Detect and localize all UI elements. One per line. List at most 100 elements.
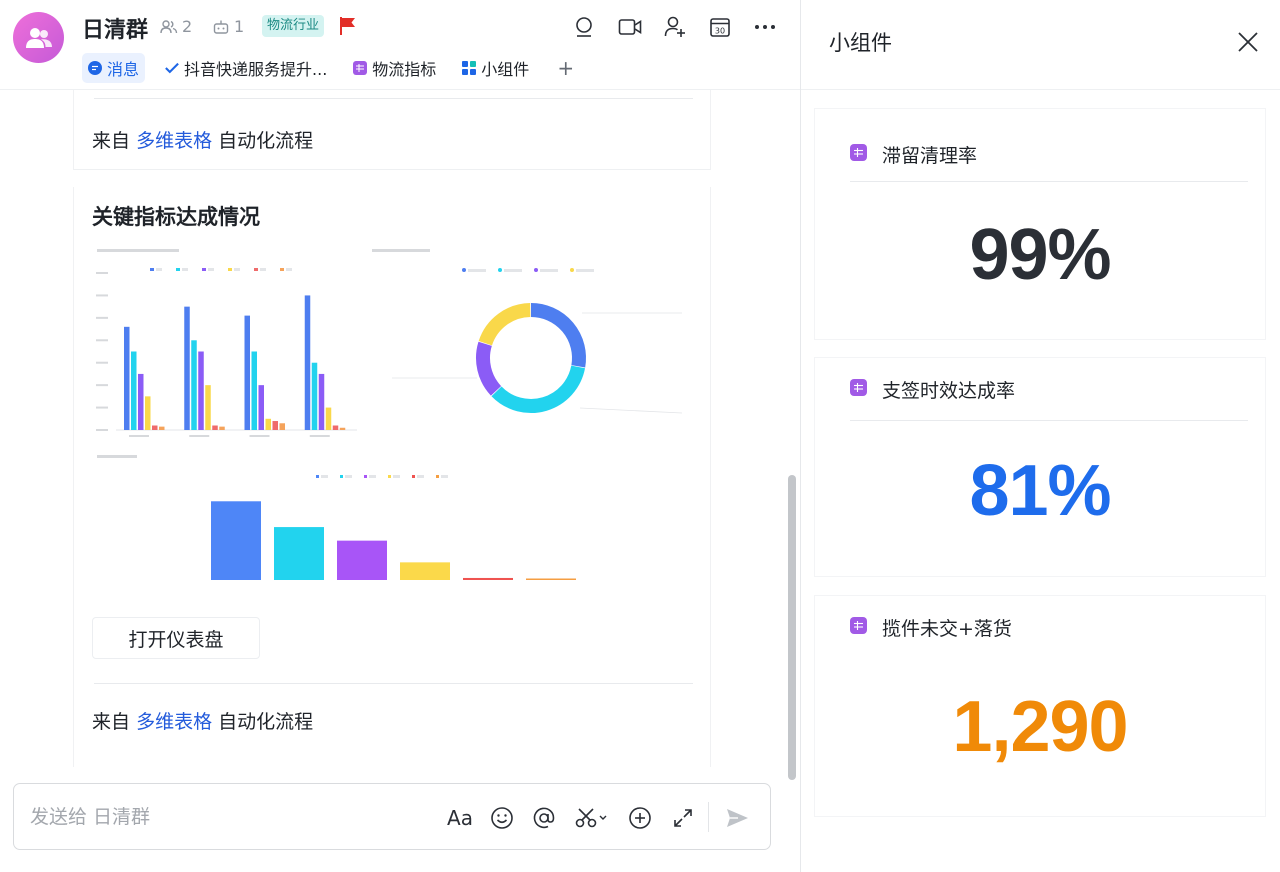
legend-swatch [436,475,439,478]
source-link[interactable]: 多维表格 [136,130,212,152]
member-count[interactable]: 2 [160,17,192,36]
y-tick-label [96,361,108,364]
tab-label: 物流指标 [372,60,437,79]
legend-swatch [150,268,154,271]
bar-chart [211,501,576,580]
y-tick-label [96,384,108,387]
legend-label [345,475,352,478]
bar [274,527,324,580]
legend-label [286,268,292,271]
bar [212,425,218,430]
message-list: 来自 多维表格 自动化流程 关键指标达成情况 打开仪表盘 来自 多维表格 自动化… [0,90,800,780]
chart-title-placeholder [372,249,430,252]
mention-icon[interactable] [530,804,558,832]
chart-title-placeholder [97,249,179,252]
legend-label [208,268,214,271]
scissors-icon[interactable] [574,804,610,832]
add-tab-button[interactable]: + [557,56,574,80]
app-window: 日清群 2 1 物流行业 30 消息 抖音快递服务提升... 物流指标 小组件 … [0,0,1280,872]
chart-title-placeholder [97,455,137,458]
open-dashboard-button[interactable]: 打开仪表盘 [92,617,260,659]
widget-label: 滞留清理率 [882,145,978,167]
legend-swatch [280,268,284,271]
y-axis [96,272,108,431]
widget-card[interactable]: 揽件未交+落货 1,290 [814,595,1266,817]
legend-swatch [364,475,367,478]
message-input[interactable] [30,804,410,830]
flag-icon[interactable] [339,16,357,40]
y-tick-label [96,294,108,297]
sheet-icon [850,379,867,396]
chat-bubble-icon [88,61,102,75]
tab-widgets[interactable]: 小组件 [456,53,535,83]
add-icon[interactable] [626,804,654,832]
sheet-icon [353,61,368,75]
industry-tag[interactable]: 物流行业 [262,15,325,37]
bar [159,426,165,430]
donut-slice [491,365,586,413]
bar [258,385,264,430]
tab-doc[interactable]: 抖音快递服务提升... [159,53,333,83]
bot-count[interactable]: 1 [212,17,244,36]
grouped-bar-chart [124,295,346,437]
legend-label [260,268,266,271]
bar [265,418,271,430]
widget-card[interactable]: 滞留清理率 99% [814,108,1266,340]
dashboard-preview[interactable] [92,245,692,585]
divider [850,181,1248,182]
check-doc-icon [165,61,179,75]
scrollbar[interactable] [788,475,796,780]
widget-value: 81% [969,451,1111,531]
group-name[interactable]: 日清群 [82,12,148,44]
close-icon[interactable] [1234,28,1262,56]
legend-label [369,475,376,478]
source-prefix: 来自 [92,130,131,152]
legend-swatch [316,475,319,478]
card-title: 关键指标达成情况 [92,205,260,229]
expand-icon[interactable] [669,804,697,832]
legend-label [156,268,162,271]
bar [131,351,137,430]
group-avatar[interactable] [13,12,64,63]
bar [211,501,261,580]
widgets-panel: 小组件 滞留清理率 99% 支签时效达成率 81% 揽件未交+落货 1,290 [800,0,1280,872]
legend-label [576,269,594,272]
bar [304,295,311,430]
calendar-icon[interactable]: 30 [707,14,733,40]
widget-card[interactable]: 支签时效达成率 81% [814,357,1266,577]
legend-swatch [412,475,415,478]
bar [332,425,339,430]
x-tick-label [309,435,330,437]
tab-messages[interactable]: 消息 [82,53,146,83]
bar [138,373,144,430]
search-icon[interactable] [572,14,598,40]
emoji-icon[interactable] [488,804,516,832]
bar [325,407,332,430]
send-icon[interactable] [723,804,751,832]
donut-slice [530,303,586,368]
source-link[interactable]: 多维表格 [136,711,212,733]
bar [463,577,513,580]
x-tick-label [129,435,149,437]
source-suffix: 自动化流程 [218,130,314,152]
bar [337,540,387,580]
bar [400,562,450,580]
legend-label [234,268,240,271]
video-call-icon[interactable] [617,14,643,40]
calendar-day: 30 [715,27,725,36]
widget-value: 1,290 [952,687,1128,767]
tab-sheet[interactable]: 物流指标 [347,53,442,83]
font-style-icon[interactable]: Aa [446,804,474,832]
bar [124,326,130,430]
legend-label [504,269,522,272]
more-icon[interactable] [752,14,778,40]
y-tick-label [96,406,108,409]
sheet-icon [850,144,867,161]
tab-label: 消息 [107,60,140,79]
y-tick-label [96,272,108,274]
bot-count-value: 1 [234,17,245,36]
tab-label: 小组件 [481,60,530,79]
add-member-icon[interactable] [662,14,688,40]
legend-label [182,268,188,271]
bar [339,427,346,430]
